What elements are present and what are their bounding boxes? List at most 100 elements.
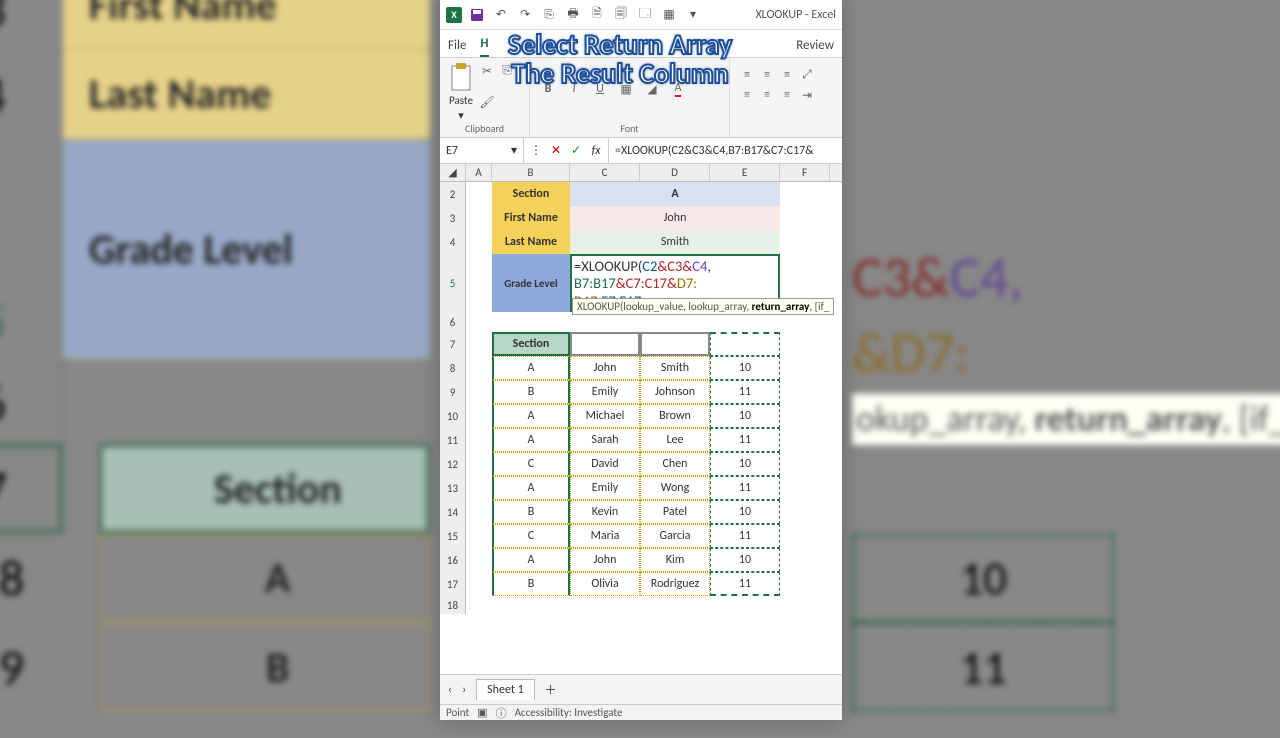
cell-last[interactable]: Smith — [640, 356, 710, 380]
cut-icon[interactable]: ✂ — [478, 62, 496, 80]
align-center-icon[interactable]: ≡ — [758, 86, 776, 104]
last-name-label-cell[interactable]: Last Name — [492, 230, 570, 254]
cell-grade[interactable]: 11 — [710, 476, 780, 500]
section-label-cell[interactable]: Section — [492, 182, 570, 206]
last-name-value-cell[interactable]: Smith — [570, 230, 780, 254]
dropdown-icon[interactable]: ⋮ — [528, 143, 544, 159]
row-header[interactable]: 14 — [440, 500, 466, 524]
section-value-cell[interactable]: A — [570, 182, 780, 206]
indent-icon[interactable]: ⇥ — [798, 86, 816, 104]
cell-section[interactable]: A — [492, 428, 570, 452]
cell-section[interactable]: A — [492, 356, 570, 380]
row-header[interactable]: 3 — [440, 206, 466, 230]
orientation-icon[interactable]: ⤢ — [798, 66, 816, 84]
accessibility-icon[interactable]: ⓘ — [496, 705, 507, 721]
cell-last[interactable]: Lee — [640, 428, 710, 452]
cell-first[interactable]: John — [570, 548, 640, 572]
sheet-tab[interactable]: Sheet 1 — [476, 679, 535, 700]
accessibility-text[interactable]: Accessibility: Investigate — [515, 706, 623, 719]
qat-icon[interactable]: 🗎 — [588, 6, 606, 24]
cell-first[interactable]: Kevin — [570, 500, 640, 524]
cell-section[interactable]: B — [492, 380, 570, 404]
tab-review[interactable]: Review — [796, 38, 834, 57]
cell-last[interactable]: Johnson — [640, 380, 710, 404]
save-icon[interactable] — [468, 6, 486, 24]
cell-section[interactable]: B — [492, 572, 570, 596]
cell-last[interactable]: Patel — [640, 500, 710, 524]
row-header[interactable]: 7 — [440, 332, 466, 356]
tab-file[interactable]: File — [448, 38, 466, 57]
col-header[interactable]: A — [466, 164, 492, 181]
row-header[interactable]: 13 — [440, 476, 466, 500]
tab-home[interactable]: H — [480, 36, 488, 57]
cancel-icon[interactable]: ✕ — [548, 143, 564, 159]
col-header[interactable]: E — [710, 164, 780, 181]
col-header[interactable]: D — [640, 164, 710, 181]
qat-icon[interactable]: 🗔 — [636, 6, 654, 24]
col-header[interactable]: B — [492, 164, 570, 181]
cell-grade[interactable]: 10 — [710, 548, 780, 572]
row-header[interactable]: 6 — [440, 312, 466, 332]
grade-level-label-cell[interactable]: Grade Level — [492, 254, 570, 312]
first-name-label-cell[interactable]: First Name — [492, 206, 570, 230]
worksheet-grid[interactable]: ◢ A B C D E F 2 Section A 3 First Name J… — [440, 164, 842, 674]
align-right-icon[interactable]: ≡ — [778, 86, 796, 104]
cell-last[interactable]: Wong — [640, 476, 710, 500]
row-header[interactable]: 12 — [440, 452, 466, 476]
qat-icon[interactable]: ▦ — [660, 6, 678, 24]
cell-grade[interactable]: 10 — [710, 500, 780, 524]
cell-first[interactable]: Olivia — [570, 572, 640, 596]
cell-section[interactable]: B — [492, 500, 570, 524]
cell-last[interactable]: Kim — [640, 548, 710, 572]
cell-grade[interactable]: 10 — [710, 452, 780, 476]
cell-first[interactable]: David — [570, 452, 640, 476]
align-mid-icon[interactable]: ≡ — [758, 66, 776, 84]
col-header[interactable]: F — [780, 164, 830, 181]
align-left-icon[interactable]: ≡ — [738, 86, 756, 104]
row-header[interactable]: 17 — [440, 572, 466, 596]
cell-last[interactable]: Garcia — [640, 524, 710, 548]
cell-grade[interactable]: 11 — [710, 380, 780, 404]
cell-grade[interactable]: 11 — [710, 572, 780, 596]
row-header[interactable]: 2 — [440, 182, 466, 206]
cell-section[interactable]: A — [492, 548, 570, 572]
row-header[interactable]: 15 — [440, 524, 466, 548]
qat-icon[interactable]: ⎘ — [540, 6, 558, 24]
redo-icon[interactable]: ↷ — [516, 6, 534, 24]
cell-grade[interactable]: 11 — [710, 524, 780, 548]
cell-first[interactable]: Emily — [570, 380, 640, 404]
cell-last[interactable]: Rodriguez — [640, 572, 710, 596]
print-icon[interactable]: 🖶 — [564, 6, 582, 24]
undo-icon[interactable]: ↶ — [492, 6, 510, 24]
align-top-icon[interactable]: ≡ — [738, 66, 756, 84]
formula-input[interactable]: =XLOOKUP(C2&C3&C4,B7:B17&C7:C17& — [609, 138, 842, 163]
row-header[interactable]: 10 — [440, 404, 466, 428]
cell-section[interactable]: A — [492, 404, 570, 428]
row-header[interactable]: 5 — [440, 254, 466, 312]
cell-first[interactable]: John — [570, 356, 640, 380]
cell-first[interactable]: Sarah — [570, 428, 640, 452]
cell-last[interactable]: Chen — [640, 452, 710, 476]
cell-grade[interactable]: 10 — [710, 356, 780, 380]
format-painter-icon[interactable]: 🖌 — [478, 93, 496, 111]
qat-icon[interactable]: 🗐 — [612, 6, 630, 24]
prev-sheet-icon[interactable]: ‹ — [448, 683, 452, 697]
cell-first[interactable]: Maria — [570, 524, 640, 548]
name-box[interactable]: E7▾ — [440, 138, 524, 163]
select-all-triangle[interactable]: ◢ — [440, 164, 466, 181]
row-header[interactable]: 9 — [440, 380, 466, 404]
row-header[interactable]: 18 — [440, 596, 466, 614]
row-header[interactable]: 11 — [440, 428, 466, 452]
row-header[interactable]: 4 — [440, 230, 466, 254]
cell-section[interactable]: C — [492, 524, 570, 548]
enter-icon[interactable]: ✓ — [568, 143, 584, 159]
cell-grade[interactable]: 10 — [710, 404, 780, 428]
row-header[interactable]: 8 — [440, 356, 466, 380]
formula-edit-cell[interactable]: =XLOOKUP(C2&C3&C4, B7:B17&C7:C17&D7: D17… — [570, 254, 780, 312]
table-header-grade[interactable] — [710, 332, 780, 356]
cell-section[interactable]: C — [492, 452, 570, 476]
first-name-value-cell[interactable]: John — [570, 206, 780, 230]
next-sheet-icon[interactable]: › — [462, 683, 466, 697]
cell-last[interactable]: Brown — [640, 404, 710, 428]
cell-first[interactable]: Michael — [570, 404, 640, 428]
